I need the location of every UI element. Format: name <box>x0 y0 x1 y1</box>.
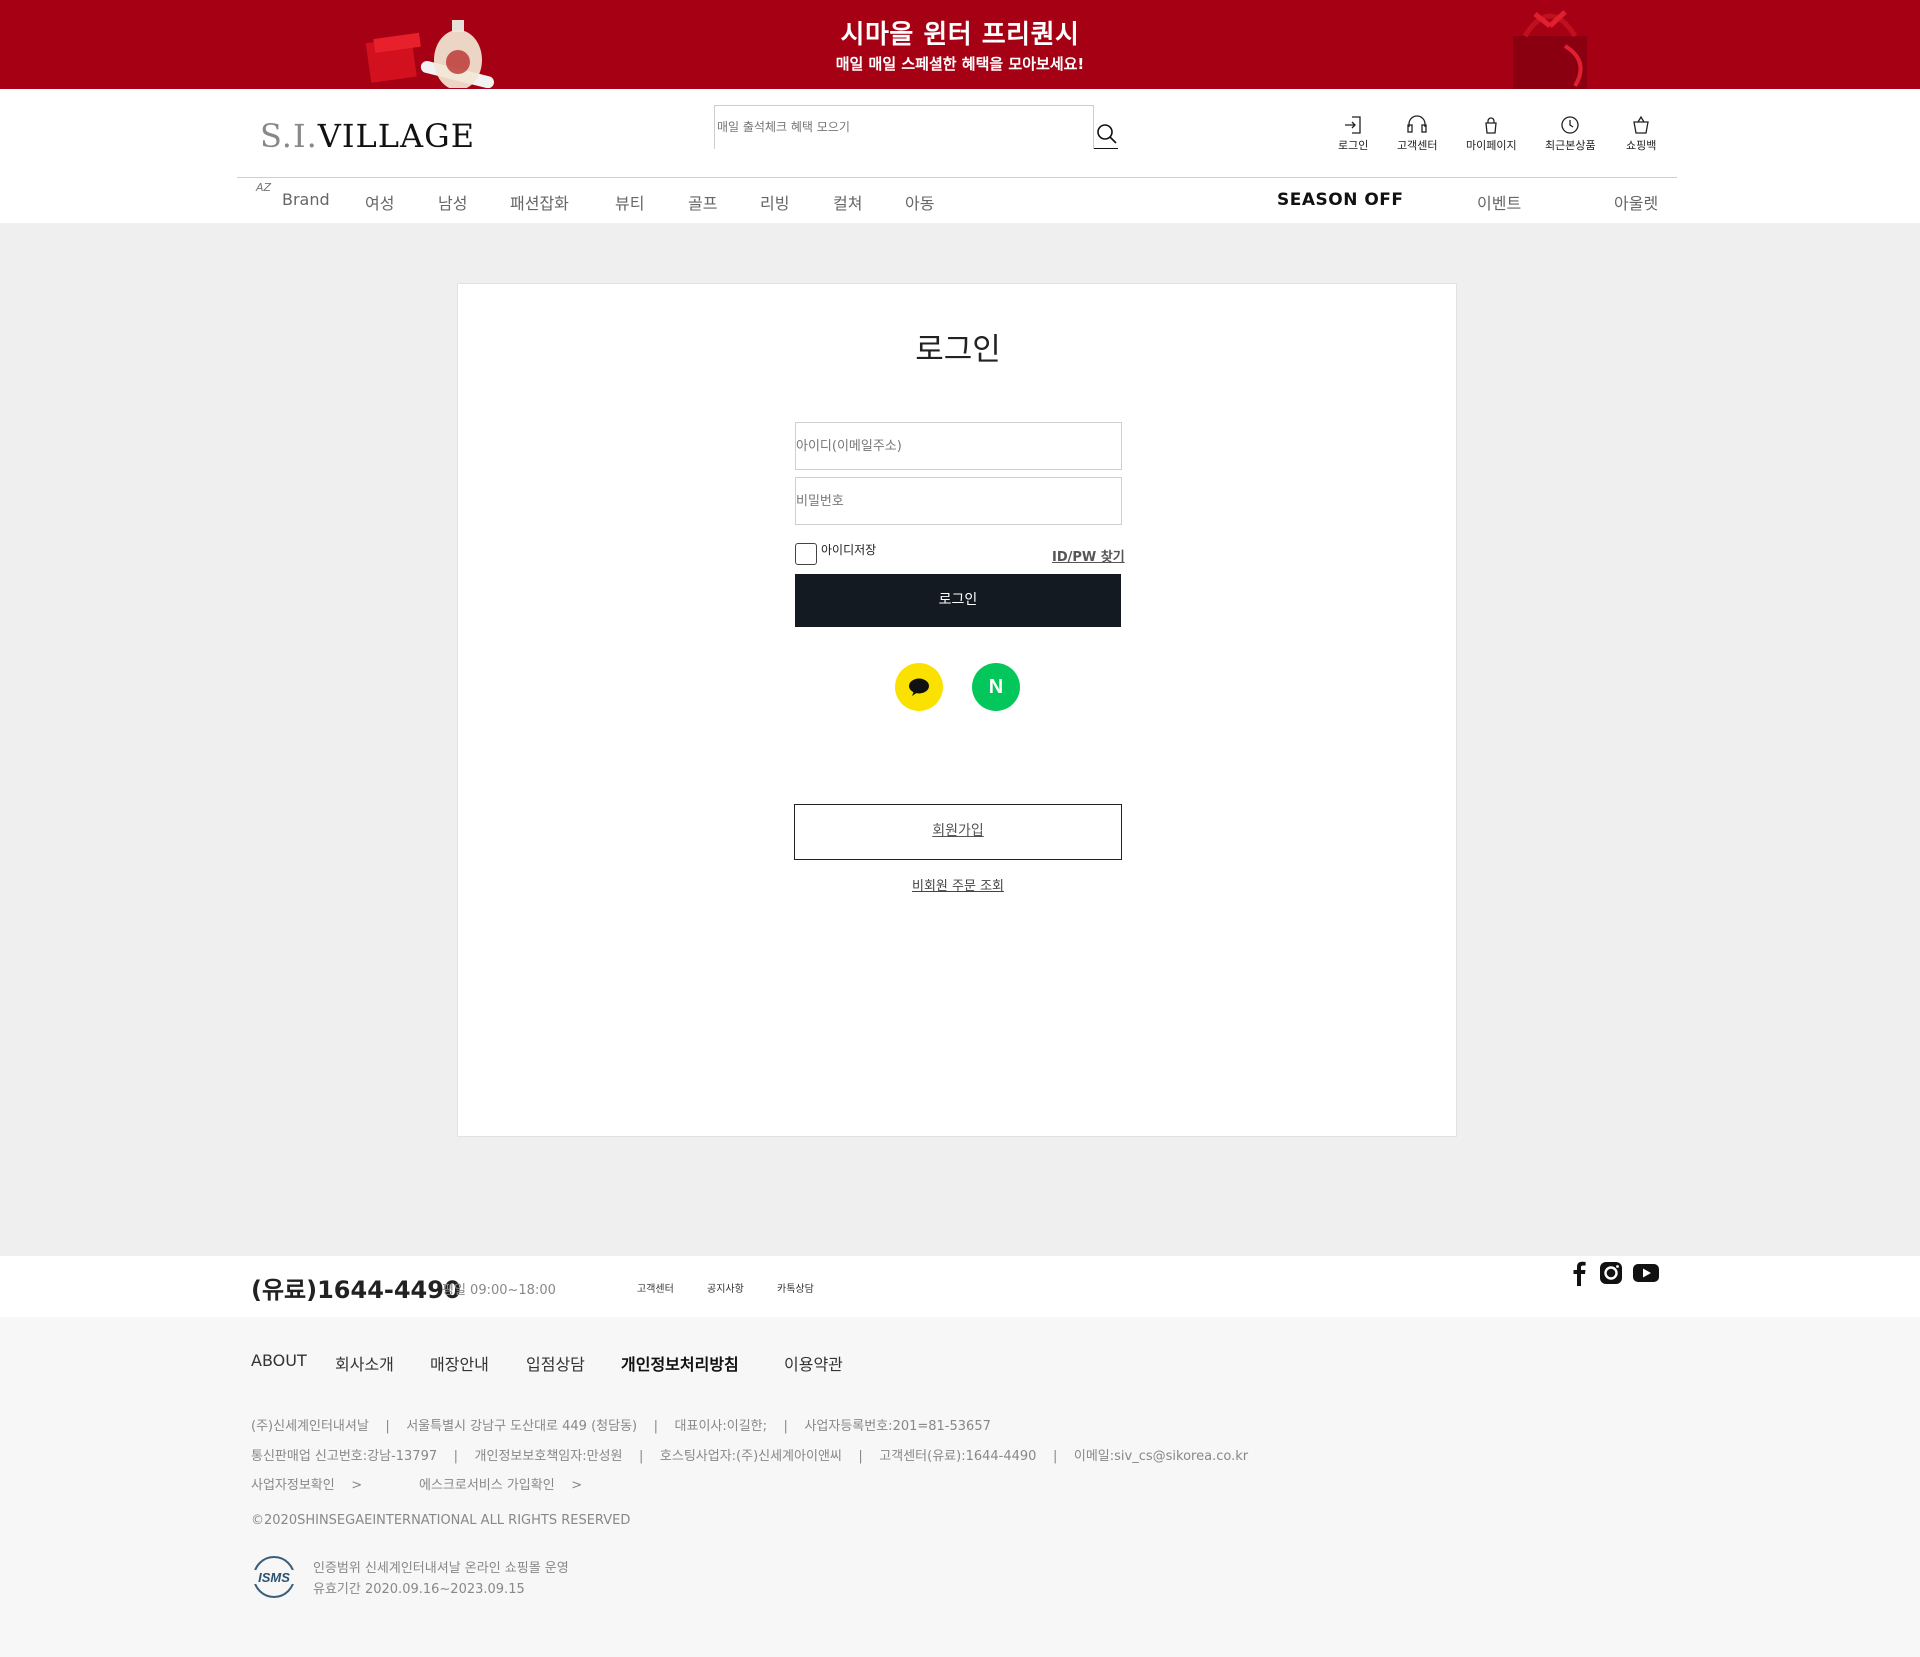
util-mypage-label: 마이페이지 <box>1466 139 1517 152</box>
gnb-men[interactable]: 남성 <box>438 190 467 214</box>
footer-nav-stores[interactable]: 매장안내 <box>430 1351 489 1375</box>
util-customer-center[interactable]: 고객센터 <box>1397 115 1437 153</box>
pw-field-wrapper <box>795 477 1122 525</box>
site-header: S.I.VILLAGE 로그인 고객센터 마이페이지 최근본상품 쇼핑백 AZ … <box>0 89 1920 223</box>
facebook-icon[interactable] <box>1565 1259 1593 1287</box>
util-login-label: 로그인 <box>1338 139 1369 152</box>
site-logo[interactable]: S.I.VILLAGE <box>260 117 475 155</box>
company-info-line2: 통신판매업 신고번호:강남-13797 | 개인정보보호책임자:만성원 | 호스… <box>251 1449 1249 1464</box>
find-id-pw-link[interactable]: ID/PW 찾기 <box>1052 546 1125 565</box>
isms-certification-logo: ISMS <box>252 1556 296 1598</box>
business-info-check-link[interactable]: 사업자정보확인 > <box>251 1474 362 1493</box>
gnb-fashion-goods[interactable]: 패션잡화 <box>510 190 569 214</box>
kakao-login-button[interactable] <box>895 663 943 711</box>
footer-link-notice[interactable]: 공지사항 <box>707 1280 744 1295</box>
company-info-line1: (주)신세계인터내셔날 | 서울특별시 강남구 도산대로 449 (청담동) |… <box>251 1419 991 1434</box>
login-icon <box>1345 116 1361 134</box>
banner-title: 시마을 윈터 프리퀀시 <box>840 20 1080 50</box>
gnb-brand[interactable]: Brand <box>282 190 330 209</box>
escrow-check-link[interactable]: 에스크로서비스 가입확인 > <box>419 1474 582 1493</box>
gnb-divider <box>237 177 1677 178</box>
naver-icon: N <box>988 676 1004 698</box>
search-icon[interactable] <box>1096 123 1118 145</box>
gnb-living[interactable]: 리빙 <box>760 190 789 214</box>
footer-link-kakao-chat[interactable]: 카톡상담 <box>777 1280 814 1295</box>
customer-phone: (유료)1644-4490 <box>251 1276 461 1304</box>
headset-icon <box>1407 115 1427 133</box>
util-recent-products-label: 최근본상품 <box>1545 139 1596 152</box>
id-field-wrapper <box>795 422 1122 470</box>
copyright: ©2020SHINSEGAEINTERNATIONAL ALL RIGHTS R… <box>251 1513 631 1528</box>
util-shopping-bag-label: 쇼핑백 <box>1626 139 1657 152</box>
banner-subtitle: 매일 매일 스페셜한 혜택을 모아보세요! <box>835 55 1085 73</box>
guest-order-link: 비회원 주문 조회 <box>458 875 1458 894</box>
gnb-season-off[interactable]: SEASON OFF <box>1277 190 1404 210</box>
promo-banner[interactable]: 시마을 윈터 프리퀀시 매일 매일 스페셜한 혜택을 모아보세요! <box>0 0 1920 89</box>
certification-scope: 인증범위 신세계인터내셔날 온라인 쇼핑몰 운영 <box>313 1561 569 1576</box>
search-bar <box>714 105 1118 149</box>
gnb-golf[interactable]: 골프 <box>688 190 717 214</box>
save-id-checkbox[interactable] <box>795 543 817 565</box>
gnb-outlet[interactable]: 아울렛 <box>1614 190 1658 214</box>
page-title: 로그인 <box>915 332 1001 368</box>
guest-order-label[interactable]: 비회원 주문 조회 <box>912 879 1004 894</box>
svg-text:ISMS: ISMS <box>258 1570 290 1585</box>
shopping-bag-icon <box>1633 115 1649 134</box>
password-input[interactable] <box>796 478 1121 524</box>
footer-nav-company[interactable]: 회사소개 <box>335 1351 394 1375</box>
youtube-icon[interactable] <box>1632 1259 1660 1287</box>
util-shopping-bag[interactable]: 쇼핑백 <box>1626 115 1656 153</box>
footer-nav-about[interactable]: ABOUT <box>251 1351 307 1370</box>
id-input[interactable] <box>796 423 1121 469</box>
gnb-event[interactable]: 이벤트 <box>1477 190 1521 214</box>
util-mypage[interactable]: 마이페이지 <box>1466 115 1517 153</box>
save-id-label[interactable]: 아이디저장 <box>821 541 876 558</box>
kakao-icon <box>909 678 929 696</box>
login-button[interactable]: 로그인 <box>795 574 1121 627</box>
footer-nav-partnership[interactable]: 입점상담 <box>526 1351 585 1375</box>
gnb-culture[interactable]: 컬쳐 <box>833 190 862 214</box>
util-customer-center-label: 고객센터 <box>1397 139 1438 152</box>
join-button[interactable]: 회원가입 <box>794 804 1122 860</box>
gnb-beauty[interactable]: 뷰티 <box>615 190 644 214</box>
gnb-women[interactable]: 여성 <box>365 190 394 214</box>
site-footer: ABOUT 회사소개 매장안내 입점상담 개인정보처리방침 이용약관 (주)신세… <box>0 1317 1920 1657</box>
clock-icon <box>1561 116 1579 134</box>
util-recent-products[interactable]: 최근본상품 <box>1545 115 1596 153</box>
footer-contact-bar: (유료)1644-4490 평일 09:00~18:00 고객센터 공지사항 카… <box>0 1256 1920 1317</box>
footer-link-customer-center[interactable]: 고객센터 <box>637 1280 674 1295</box>
login-card: 로그인 아이디저장 ID/PW 찾기 로그인 N 회원가입 비회원 주문 조회 <box>457 283 1457 1137</box>
naver-login-button[interactable]: N <box>972 663 1020 711</box>
util-login[interactable]: 로그인 <box>1338 115 1368 153</box>
business-hours: 평일 09:00~18:00 <box>442 1283 556 1298</box>
gift-bag-image <box>1513 10 1587 89</box>
az-icon: AZ <box>256 181 272 194</box>
gnb-kids[interactable]: 아동 <box>905 190 934 214</box>
certification-period: 유효기간 2020.09.16~2023.09.15 <box>313 1582 525 1597</box>
footer-nav-terms[interactable]: 이용약관 <box>784 1351 843 1375</box>
mypage-icon <box>1485 117 1498 134</box>
search-input[interactable] <box>717 116 1087 138</box>
footer-nav-privacy-policy[interactable]: 개인정보처리방침 <box>621 1351 739 1375</box>
instagram-icon[interactable] <box>1597 1259 1625 1287</box>
